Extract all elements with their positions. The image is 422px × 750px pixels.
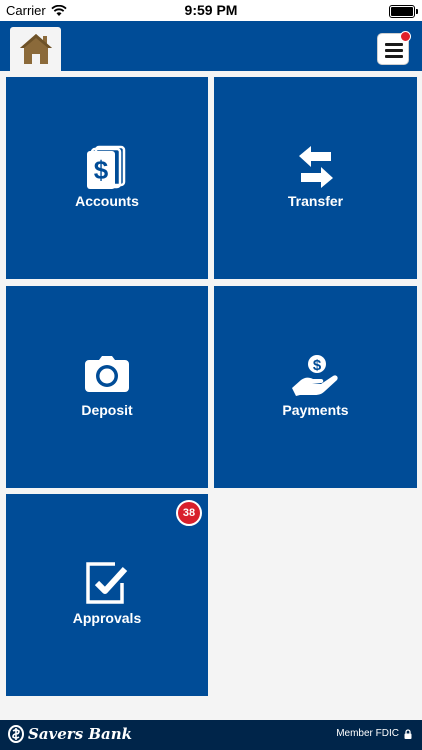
tile-approvals[interactable]: Approvals 38 — [6, 494, 208, 696]
status-bar: Carrier 9:59 PM — [0, 0, 422, 21]
tile-accounts[interactable]: $ Accounts — [6, 77, 208, 279]
bank-name: Savers Bank — [28, 725, 133, 743]
footer-bar: Savers Bank Member FDIC — [0, 720, 422, 750]
home-icon — [20, 34, 52, 64]
battery-icon — [389, 5, 418, 18]
tile-accounts-label: Accounts — [75, 193, 139, 209]
payment-hand-icon: $ — [214, 354, 417, 396]
home-button[interactable] — [10, 27, 61, 73]
tile-deposit[interactable]: Deposit — [6, 286, 208, 488]
clock-time: 9:59 PM — [184, 2, 238, 18]
camera-icon — [6, 356, 208, 394]
tile-transfer[interactable]: Transfer — [214, 77, 417, 279]
bank-logo: Savers Bank — [8, 725, 132, 743]
approvals-check-icon — [6, 561, 208, 605]
tile-transfer-label: Transfer — [287, 193, 344, 209]
savers-bank-logo-icon — [8, 725, 24, 743]
member-fdic: Member FDIC — [336, 728, 412, 739]
tile-deposit-label: Deposit — [81, 402, 133, 418]
svg-text:$: $ — [312, 357, 321, 374]
member-fdic-label: Member FDIC — [336, 728, 399, 739]
svg-text:$: $ — [94, 155, 109, 185]
top-navigation-bar — [0, 21, 422, 73]
accounts-dollar-icon: $ — [6, 145, 208, 189]
tile-approvals-label: Approvals — [72, 610, 142, 626]
tile-payments-label: Payments — [282, 402, 349, 418]
menu-notification-dot — [400, 31, 411, 42]
transfer-arrows-icon — [214, 145, 417, 189]
tile-payments[interactable]: $ Payments — [214, 286, 417, 488]
lock-icon — [404, 728, 412, 739]
approvals-count-badge: 38 — [176, 500, 202, 526]
